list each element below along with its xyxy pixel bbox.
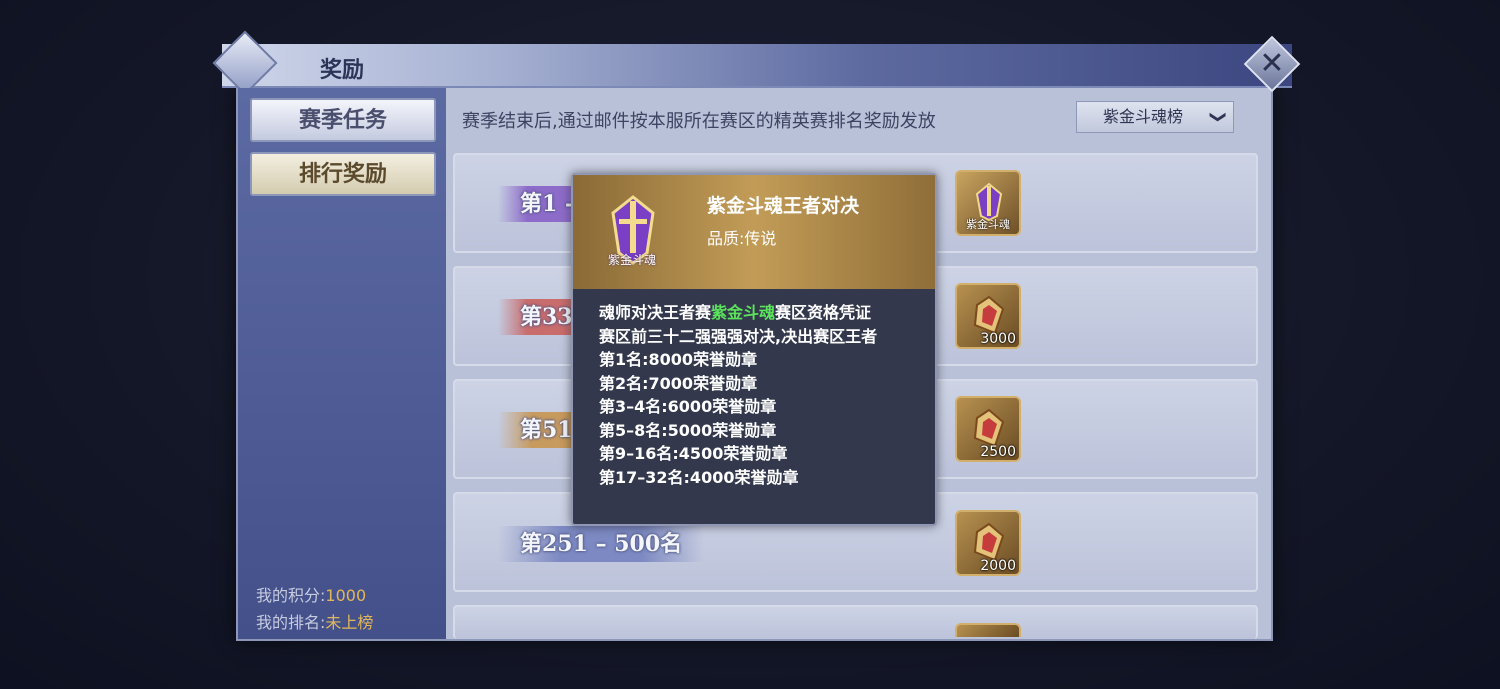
tooltip-reward-line: 第2名:7000荣誉勋章 <box>599 373 758 393</box>
reward-item[interactable] <box>955 623 1021 637</box>
my-rank-value: 未上榜 <box>325 613 374 632</box>
reward-item[interactable]: 2500 <box>955 396 1021 462</box>
title-bar <box>222 44 1292 88</box>
window-title: 奖励 <box>320 57 365 83</box>
tab-rank-rewards[interactable]: 排行奖励 <box>250 152 436 196</box>
desc-suffix: 赛区资格凭证 <box>775 303 872 322</box>
tooltip-desc-line: 赛区前三十二强强强对决,决出赛区王者 <box>599 326 878 346</box>
rank-badge: 第251 – 500名 <box>498 526 705 562</box>
tooltip-reward-line: 第17–32名:4000荣誉勋章 <box>599 467 799 487</box>
item-tooltip: 紫金斗魂 紫金斗魂王者对决 品质:传说 魂师对决王者赛紫金斗魂赛区资格凭证 赛区… <box>571 173 937 526</box>
desc-highlight: 紫金斗魂 <box>711 303 776 322</box>
chevron-down-icon: ❯ <box>1209 110 1229 124</box>
desc-prefix: 魂师对决王者赛 <box>599 303 712 322</box>
tooltip-icon-caption: 紫金斗魂 <box>607 253 656 267</box>
tooltip-reward-line: 第3–4名:6000荣誉勋章 <box>599 397 777 416</box>
tooltip-description: 魂师对决王者赛紫金斗魂赛区资格凭证 赛区前三十二强强强对决,决出赛区王者 第1名… <box>599 301 919 489</box>
tooltip-reward-line: 第9–16名:4500荣誉勋章 <box>599 444 788 463</box>
tooltip-header: 紫金斗魂 紫金斗魂王者对决 品质:传说 <box>573 175 935 289</box>
reward-item[interactable]: 2000 <box>955 510 1021 576</box>
reward-description: 赛季结束后,通过邮件按本服所在赛区的精英赛排名奖励发放 <box>462 111 936 132</box>
ranking-dropdown[interactable]: 紫金斗魂榜 ❯ <box>1076 101 1234 133</box>
reward-count: 2500 <box>980 444 1016 460</box>
reward-count: 2000 <box>980 558 1016 574</box>
close-icon[interactable]: ✕ <box>1257 44 1287 84</box>
my-score: 我的积分:1000 <box>256 582 366 606</box>
honor-medal-icon <box>973 295 1005 335</box>
tooltip-item-quality: 品质:传说 <box>707 229 777 248</box>
dropdown-selected: 紫金斗魂榜 <box>1103 107 1184 126</box>
tooltip-reward-line: 第5–8名:5000荣誉勋章 <box>599 420 777 440</box>
honor-medal-icon <box>973 408 1005 448</box>
reward-caption: 紫金斗魂 <box>966 218 1010 231</box>
tooltip-item-name: 紫金斗魂王者对决 <box>707 195 860 217</box>
sidebar: 赛季任务 排行奖励 我的积分:1000 我的排名:未上榜 <box>238 88 446 639</box>
reward-item[interactable]: 紫金斗魂 <box>955 170 1021 236</box>
tab-season-tasks[interactable]: 赛季任务 <box>250 98 436 142</box>
my-rank-label: 我的排名: <box>256 613 326 632</box>
my-score-value: 1000 <box>325 586 367 605</box>
my-score-label: 我的积分: <box>256 586 326 605</box>
reward-count: 3000 <box>980 331 1016 347</box>
tooltip-desc-line: 魂师对决王者赛紫金斗魂赛区资格凭证 <box>599 301 919 325</box>
reward-item[interactable]: 3000 <box>955 283 1021 349</box>
tooltip-reward-line: 第1名:8000荣誉勋章 <box>599 350 758 369</box>
my-rank: 我的排名:未上榜 <box>256 609 373 633</box>
honor-medal-icon <box>973 522 1005 562</box>
reward-row <box>453 605 1258 639</box>
